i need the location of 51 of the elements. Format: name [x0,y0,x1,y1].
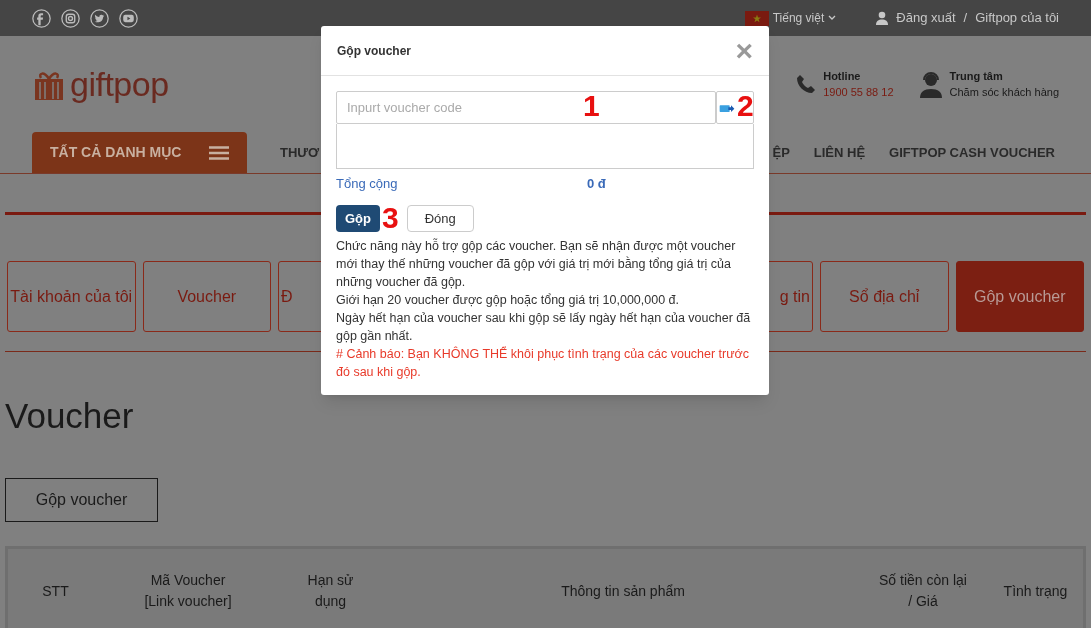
warning-text: # Cảnh báo: Bạn KHÔNG THỂ khôi phục tình trạng của các voucher trước đó sau khi gộp. [336,345,751,381]
separator-text: / [963,9,968,28]
close-dialog-button[interactable]: Đóng [406,205,474,232]
column-header: Hạn sử dụng [306,571,355,611]
twitter-icon[interactable] [90,8,109,28]
chevron-down-icon [828,15,837,21]
merge-button[interactable]: Gộp [336,205,380,232]
merge-voucher-button[interactable]: Gộp voucher [5,478,158,522]
add-button[interactable] [716,91,754,124]
all-categories-button[interactable]: TẤT CẢ DANH MỤC [32,132,247,173]
phone-icon [795,73,818,95]
column-header: Tình trạng [1002,581,1069,601]
account-tab[interactable]: Tài khoản của tôi [7,261,136,332]
support-text: Chăm sóc khách hàng [949,85,1059,100]
nav-link[interactable]: LIÊN HỆ [813,142,866,163]
info-text: Giới hạn 20 voucher được gộp hoặc tổng giá trị 10,000,000 đ. [336,292,681,309]
total-value: 0 đ [587,175,606,194]
column-header: Mã Voucher [Link voucher] [143,571,233,611]
close-button[interactable]: × [735,35,753,66]
nav-link[interactable]: THƯƠ [280,142,320,163]
support-label: Trung tâm [949,68,1004,84]
flag-icon [744,10,769,26]
instagram-icon[interactable] [61,8,80,28]
menu-icon [209,145,229,160]
column-header: STT [41,581,70,601]
nav-link[interactable]: ỆP [772,142,790,163]
facebook-icon[interactable] [32,8,51,28]
hotline-label: Hotline [823,68,862,84]
hotline-number[interactable]: 1900 55 88 12 [823,84,894,101]
nav-link[interactable]: GIFTPOP CASH VOUCHER [889,142,1055,163]
info-text: Ngày hết hạn của voucher sau khi gộp sẽ lấy ngày hết hạn của voucher đã gộp gần nhất. [336,310,752,345]
account-tab[interactable]: Sổ địa chỉ [820,261,949,332]
my-giftpop-link[interactable]: Giftpop của tôi [975,8,1059,28]
annotation-number: 2 [737,89,754,123]
folder-arrow-icon [719,102,735,113]
youtube-icon[interactable] [119,8,138,28]
column-header: Số tiền còn lại / Giá [878,571,968,611]
headset-person-icon [917,70,944,98]
total-label: Tổng cộng [336,175,399,194]
column-header: Thông tin sản phẩm [560,581,686,601]
user-icon [876,11,889,25]
logout-link[interactable]: Đăng xuất [896,8,956,28]
page-title: Voucher [5,396,135,436]
annotation-number: 3 [382,201,399,236]
account-tab[interactable]: Gộp voucher [955,261,1084,332]
annotation-number: 1 [583,89,600,123]
language-selector[interactable]: Tiếng việt [772,9,837,27]
dialog-title: Gộp voucher [337,42,411,60]
giftpop-logo[interactable]: giftpop [32,67,169,101]
info-text: Chức năng này hỗ trợ gộp các voucher. Bạn sẽ nhận được một voucher mới thay thế những voucher đã gộp với giá trị mới bằng tổng giá trị của những voucher đã gộp. [336,237,737,291]
account-tab[interactable]: Voucher [142,261,271,332]
